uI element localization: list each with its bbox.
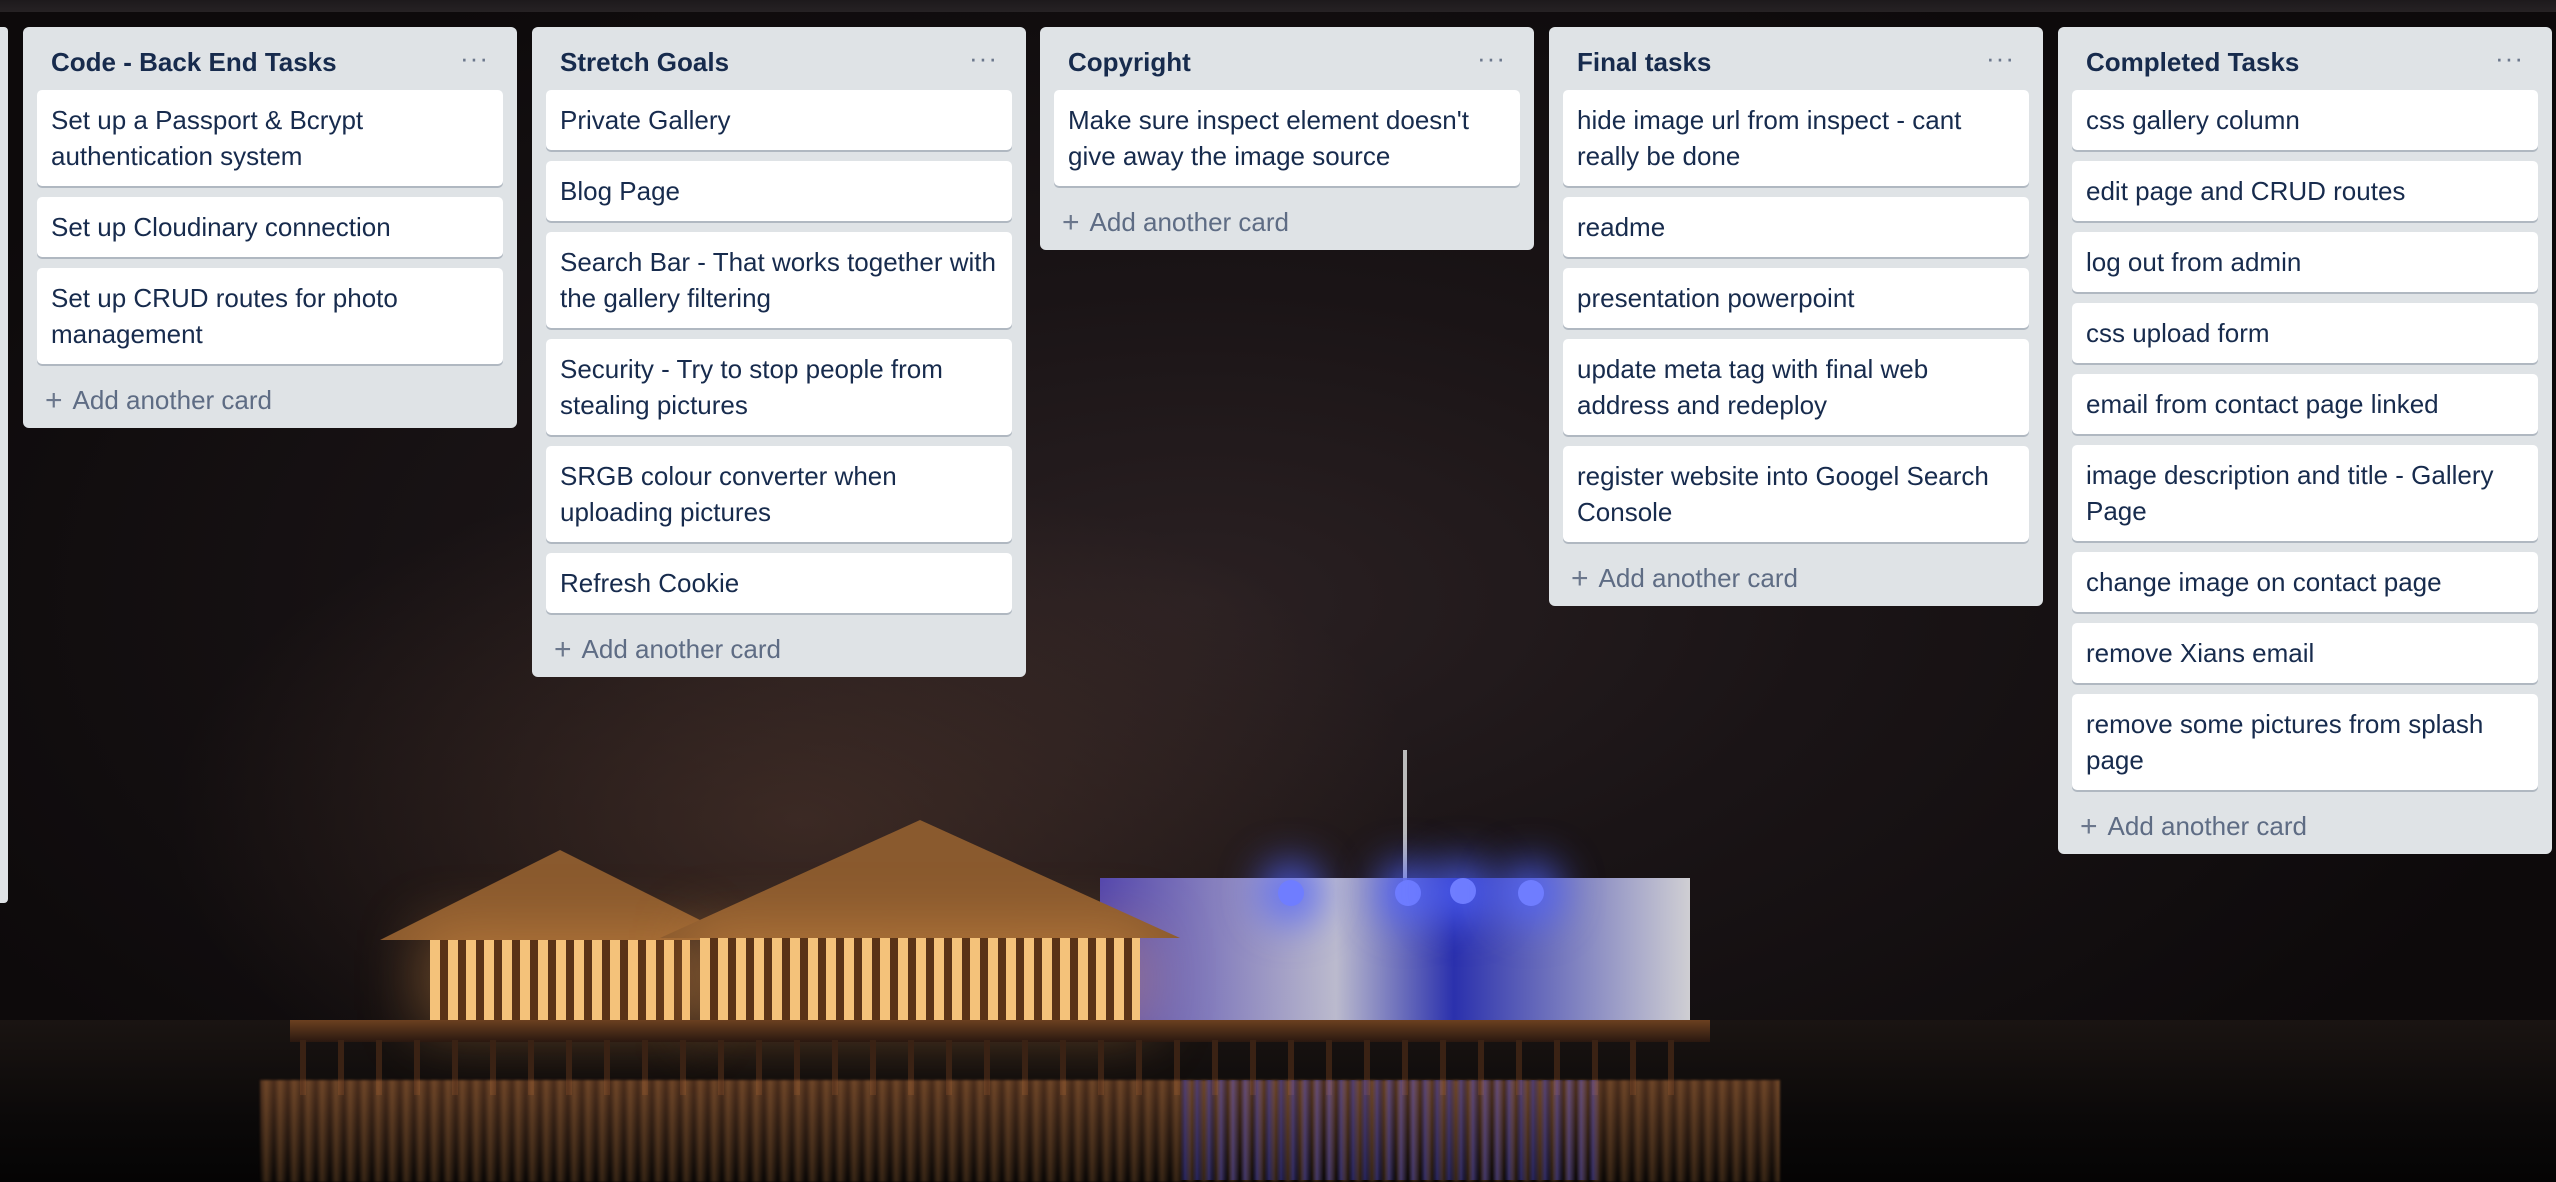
plus-icon: + bbox=[45, 383, 63, 417]
list-header: Copyright ··· bbox=[1054, 27, 1520, 90]
list-header: Stretch Goals ··· bbox=[546, 27, 1012, 90]
card[interactable]: change image on contact page bbox=[2072, 552, 2538, 612]
add-card-label: Add another card bbox=[2107, 811, 2307, 841]
card[interactable]: update meta tag with final web address a… bbox=[1563, 339, 2029, 435]
list-header: Final tasks ··· bbox=[1563, 27, 2029, 90]
card[interactable]: css upload form bbox=[2072, 303, 2538, 363]
card[interactable]: Set up a Passport & Bcrypt authenticatio… bbox=[37, 90, 503, 186]
card[interactable]: css gallery column bbox=[2072, 90, 2538, 150]
card[interactable]: log out from admin bbox=[2072, 232, 2538, 292]
card[interactable]: SRGB colour converter when uploading pic… bbox=[546, 446, 1012, 542]
list-code-back-end-tasks: Code - Back End Tasks ··· Set up a Passp… bbox=[23, 27, 517, 428]
card[interactable]: Security - Try to stop people from steal… bbox=[546, 339, 1012, 435]
card[interactable]: Blog Page bbox=[546, 161, 1012, 221]
add-card-button[interactable]: + Add another card bbox=[1563, 553, 2029, 594]
add-card-label: Add another card bbox=[1598, 563, 1798, 593]
list-title[interactable]: Final tasks bbox=[1577, 47, 1711, 78]
ellipsis-icon[interactable]: ··· bbox=[2495, 45, 2524, 74]
list-header: Completed Tasks ··· bbox=[2072, 27, 2538, 90]
ellipsis-icon[interactable]: ··· bbox=[1477, 45, 1506, 74]
card[interactable]: presentation powerpoint bbox=[1563, 268, 2029, 328]
card[interactable]: Private Gallery bbox=[546, 90, 1012, 150]
board: Code - Back End Tasks ··· Set up a Passp… bbox=[0, 0, 2556, 1182]
card[interactable]: image description and title - Gallery Pa… bbox=[2072, 445, 2538, 541]
ellipsis-icon[interactable]: ··· bbox=[969, 45, 998, 74]
add-card-label: Add another card bbox=[1089, 207, 1289, 237]
list-header: Code - Back End Tasks ··· bbox=[37, 27, 503, 90]
card[interactable]: Make sure inspect element doesn't give a… bbox=[1054, 90, 1520, 186]
plus-icon: + bbox=[1571, 561, 1589, 595]
card[interactable]: readme bbox=[1563, 197, 2029, 257]
card[interactable]: Set up CRUD routes for photo management bbox=[37, 268, 503, 364]
card[interactable]: hide image url from inspect - cant reall… bbox=[1563, 90, 2029, 186]
list-stretch-goals: Stretch Goals ··· Private Gallery Blog P… bbox=[532, 27, 1026, 677]
add-card-button[interactable]: + Add another card bbox=[546, 624, 1012, 665]
card[interactable]: edit page and CRUD routes bbox=[2072, 161, 2538, 221]
list-title[interactable]: Stretch Goals bbox=[560, 47, 729, 78]
list-title[interactable]: Completed Tasks bbox=[2086, 47, 2299, 78]
ellipsis-icon[interactable]: ··· bbox=[460, 45, 489, 74]
plus-icon: + bbox=[554, 632, 572, 666]
card[interactable]: remove Xians email bbox=[2072, 623, 2538, 683]
ellipsis-icon[interactable]: ··· bbox=[1986, 45, 2015, 74]
list-final-tasks: Final tasks ··· hide image url from insp… bbox=[1549, 27, 2043, 606]
add-card-label: Add another card bbox=[581, 634, 781, 664]
card[interactable]: Set up Cloudinary connection bbox=[37, 197, 503, 257]
plus-icon: + bbox=[1062, 205, 1080, 239]
list-title[interactable]: Code - Back End Tasks bbox=[51, 47, 337, 78]
list-title[interactable]: Copyright bbox=[1068, 47, 1191, 78]
add-card-button[interactable]: + Add another card bbox=[2072, 801, 2538, 842]
card[interactable]: remove some pictures from splash page bbox=[2072, 694, 2538, 790]
card[interactable]: Search Bar - That works together with th… bbox=[546, 232, 1012, 328]
card[interactable]: register website into Googel Search Cons… bbox=[1563, 446, 2029, 542]
card[interactable]: Refresh Cookie bbox=[546, 553, 1012, 613]
plus-icon: + bbox=[2080, 809, 2098, 843]
add-card-label: Add another card bbox=[72, 385, 272, 415]
list-copyright: Copyright ··· Make sure inspect element … bbox=[1040, 27, 1534, 250]
card[interactable]: email from contact page linked bbox=[2072, 374, 2538, 434]
list-completed-tasks: Completed Tasks ··· css gallery column e… bbox=[2058, 27, 2552, 854]
add-card-button[interactable]: + Add another card bbox=[1054, 197, 1520, 238]
add-card-button[interactable]: + Add another card bbox=[37, 375, 503, 416]
